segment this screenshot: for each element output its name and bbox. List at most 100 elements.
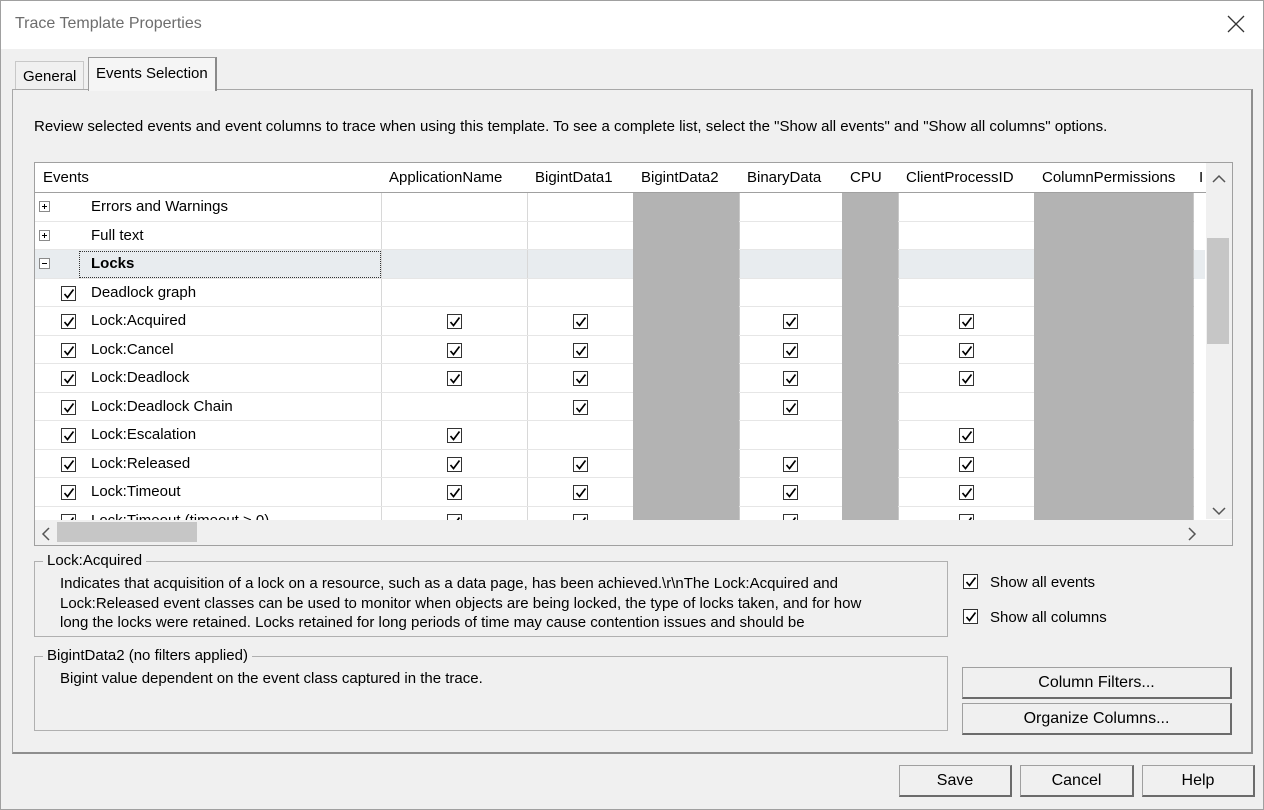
column-checkbox[interactable]	[447, 485, 462, 500]
event-checkbox[interactable]	[61, 342, 76, 358]
event-checkbox[interactable]	[61, 285, 76, 301]
column-header-truncated[interactable]: I	[1193, 163, 1207, 193]
column-checkbox[interactable]	[573, 399, 588, 415]
table-row[interactable]: Lock:Deadlock Chain	[35, 392, 1205, 421]
column-cell[interactable]	[898, 193, 1035, 222]
column-cell[interactable]	[739, 478, 843, 507]
column-checkbox[interactable]	[783, 399, 798, 415]
event-checkbox[interactable]	[61, 371, 76, 386]
table-row[interactable]: Lock:Timeout	[35, 478, 1205, 507]
column-header-columnpermissions[interactable]: ColumnPermissions	[1034, 163, 1194, 193]
vertical-scroll-thumb[interactable]	[1207, 238, 1229, 344]
column-cell[interactable]	[898, 278, 1035, 307]
column-checkbox[interactable]	[783, 485, 798, 500]
save-button[interactable]: Save	[899, 765, 1012, 797]
column-cell[interactable]	[898, 392, 1035, 421]
column-checkbox[interactable]	[447, 456, 462, 472]
column-checkbox[interactable]	[573, 314, 588, 329]
show-all-events-check-icon[interactable]	[963, 574, 978, 589]
table-row[interactable]: Lock:Escalation	[35, 421, 1205, 450]
event-checkbox[interactable]	[61, 428, 76, 443]
table-row[interactable]: Locks	[35, 250, 1205, 279]
column-header-binarydata[interactable]: BinaryData	[739, 163, 843, 193]
column-cell[interactable]	[527, 193, 634, 222]
column-cell[interactable]	[381, 421, 528, 450]
event-cell[interactable]: Lock:Escalation	[35, 421, 382, 450]
column-checkbox[interactable]	[783, 314, 798, 329]
event-cell[interactable]: Lock:Deadlock Chain	[35, 392, 382, 421]
column-cell[interactable]	[739, 278, 843, 307]
column-cell[interactable]	[381, 449, 528, 478]
scroll-up-icon[interactable]	[1212, 171, 1226, 188]
column-cell[interactable]	[898, 250, 1035, 279]
column-cell[interactable]	[739, 250, 843, 279]
column-cell[interactable]	[898, 449, 1035, 478]
event-cell[interactable]: Locks	[35, 250, 382, 279]
scroll-right-icon[interactable]	[1187, 527, 1197, 545]
column-checkbox[interactable]	[783, 371, 798, 386]
column-header-events[interactable]: Events	[35, 163, 382, 193]
column-cell[interactable]	[898, 221, 1035, 250]
column-checkbox[interactable]	[573, 342, 588, 358]
event-cell[interactable]: Full text	[35, 221, 382, 250]
column-header-bigintdata1[interactable]: BigintData1	[527, 163, 634, 193]
column-cell[interactable]	[381, 307, 528, 336]
column-cell[interactable]	[739, 364, 843, 393]
table-row[interactable]: Lock:Deadlock	[35, 364, 1205, 393]
scroll-left-icon[interactable]	[41, 527, 51, 545]
column-header-applicationname[interactable]: ApplicationName	[381, 163, 528, 193]
column-cell[interactable]	[527, 278, 634, 307]
column-checkbox[interactable]	[959, 314, 974, 329]
column-cell[interactable]	[527, 478, 634, 507]
column-header-bigintdata2[interactable]: BigintData2	[633, 163, 740, 193]
column-cell[interactable]	[381, 478, 528, 507]
expand-icon[interactable]	[39, 201, 50, 212]
column-checkbox[interactable]	[783, 456, 798, 472]
column-checkbox[interactable]	[447, 314, 462, 329]
column-cell[interactable]	[898, 307, 1035, 336]
table-row[interactable]: Lock:Cancel	[35, 335, 1205, 364]
column-cell[interactable]	[898, 421, 1035, 450]
column-checkbox[interactable]	[447, 428, 462, 443]
event-cell[interactable]: Lock:Deadlock	[35, 364, 382, 393]
collapse-icon[interactable]	[39, 258, 50, 269]
column-cell[interactable]	[381, 364, 528, 393]
organize-columns-button[interactable]: Organize Columns...	[962, 703, 1232, 735]
column-checkbox[interactable]	[959, 342, 974, 358]
column-cell[interactable]	[739, 193, 843, 222]
event-checkbox[interactable]	[61, 456, 76, 472]
column-cell[interactable]	[898, 364, 1035, 393]
column-cell[interactable]	[739, 221, 843, 250]
column-cell[interactable]	[381, 335, 528, 364]
column-header-cpu[interactable]: CPU	[842, 163, 899, 193]
column-cell[interactable]	[739, 421, 843, 450]
column-cell[interactable]	[739, 449, 843, 478]
table-row[interactable]: Full text	[35, 221, 1205, 250]
expand-icon[interactable]	[39, 229, 50, 241]
event-checkbox[interactable]	[61, 314, 76, 329]
column-cell[interactable]	[527, 307, 634, 336]
column-cell[interactable]	[527, 449, 634, 478]
column-checkbox[interactable]	[783, 342, 798, 358]
close-icon[interactable]	[1223, 11, 1249, 37]
column-header-clientprocessid[interactable]: ClientProcessID	[898, 163, 1035, 193]
column-filters-button[interactable]: Column Filters...	[962, 667, 1232, 699]
help-button[interactable]: Help	[1142, 765, 1255, 797]
column-cell[interactable]	[381, 193, 528, 222]
column-cell[interactable]	[739, 307, 843, 336]
event-cell[interactable]: Lock:Timeout	[35, 478, 382, 507]
column-cell[interactable]	[898, 478, 1035, 507]
table-row[interactable]: Errors and Warnings	[35, 193, 1205, 222]
column-cell[interactable]	[739, 392, 843, 421]
event-cell[interactable]: Errors and Warnings	[35, 193, 382, 222]
column-cell[interactable]	[527, 335, 634, 364]
table-row[interactable]: Lock:Acquired	[35, 307, 1205, 336]
column-cell[interactable]	[381, 392, 528, 421]
column-checkbox[interactable]	[959, 485, 974, 500]
column-cell[interactable]	[381, 221, 528, 250]
vertical-scrollbar[interactable]	[1206, 163, 1232, 519]
column-checkbox[interactable]	[573, 456, 588, 472]
tab-events-selection[interactable]: Events Selection	[88, 57, 217, 91]
column-cell[interactable]	[898, 335, 1035, 364]
event-checkbox[interactable]	[61, 399, 76, 415]
